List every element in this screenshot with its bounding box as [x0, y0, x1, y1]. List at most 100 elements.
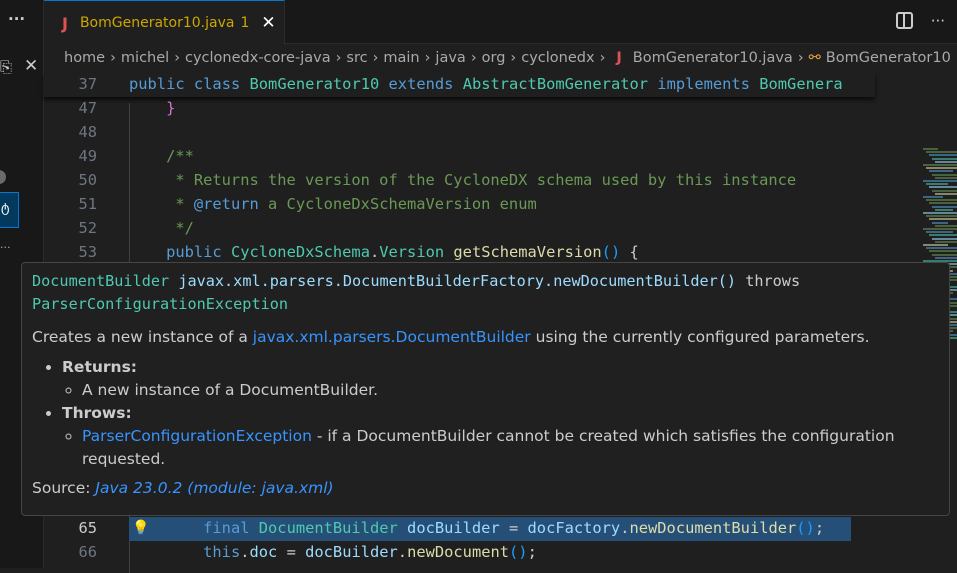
crumb-class[interactable]: BomGenerator10 — [826, 50, 951, 66]
chevron-right-icon: › — [510, 50, 517, 66]
chevron-right-icon: › — [335, 50, 342, 66]
minimap-line — [935, 256, 957, 259]
chevron-right-icon: › — [174, 50, 180, 66]
sticky-scroll-line[interactable]: 37 public class BomGenerator10 extends A… — [44, 73, 875, 97]
minimap-line — [935, 160, 957, 163]
code-line: final DocumentBuilder docBuilder = docFa… — [203, 519, 825, 537]
editor-more-actions-button[interactable]: ··· — [931, 12, 945, 30]
minimap-line — [926, 183, 948, 186]
crumb-org[interactable]: org — [482, 50, 506, 66]
minimap-line — [935, 224, 957, 227]
minimap-line — [923, 148, 938, 150]
class-symbol-icon: ⚯ — [808, 50, 821, 66]
problem-count-badge: 1 — [240, 15, 250, 31]
code-line: * @return a CycloneDxSchemaVersion enum — [129, 195, 537, 213]
minimap-line — [932, 173, 957, 176]
desc-text: Creates a new instance of a — [32, 328, 253, 346]
hover-tooltip: DocumentBuilder javax.xml.parsers.Docume… — [21, 262, 950, 516]
minimap-line — [929, 250, 957, 253]
crumb-java[interactable]: java — [435, 50, 465, 66]
minimap-line — [923, 196, 943, 198]
minimap-line — [929, 234, 957, 237]
chevron-right-icon: › — [372, 50, 379, 66]
chevron-right-icon: › — [797, 50, 804, 66]
status-dot-icon — [0, 170, 6, 184]
returns-text: A new instance of a DocumentBuilder. — [82, 379, 939, 402]
java-file-icon: J — [616, 50, 622, 66]
signature: javax.xml.parsers.DocumentBuilderFactory… — [178, 272, 737, 290]
line-number: 65 — [78, 519, 97, 537]
desc-text: using the currently configured parameter… — [530, 328, 870, 346]
selected-item-icon[interactable]: ტ — [0, 192, 19, 228]
crumb-src[interactable]: src — [346, 50, 367, 66]
split-editor-icon[interactable] — [895, 12, 913, 29]
minimap-line — [926, 231, 953, 234]
crumb-project[interactable]: cyclonedx-core-java — [185, 50, 331, 66]
close-tab-icon[interactable]: ✕ — [261, 13, 275, 33]
documentbuilder-link[interactable]: javax.xml.parsers.DocumentBuilder — [253, 328, 531, 346]
tab-bomgenerator10[interactable]: J BomGenerator10.java 1 ✕ — [44, 0, 285, 45]
throws-keyword: throws — [745, 272, 801, 290]
throws-label: Throws: — [62, 404, 132, 422]
code-line: public class BomGenerator10 extends Abst… — [129, 75, 843, 93]
line-number: 50 — [78, 171, 97, 189]
minimap-line — [932, 205, 957, 208]
minimap-line — [923, 212, 957, 214]
minimap-line — [935, 208, 953, 211]
more-actions-button[interactable]: ··· — [8, 10, 25, 28]
line-number: 48 — [78, 123, 97, 141]
minimap-line — [926, 247, 957, 250]
minimap-line — [923, 164, 957, 166]
code-line: */ — [129, 219, 194, 237]
minimap-line — [932, 157, 957, 160]
exception-link[interactable]: ParserConfigurationException — [82, 427, 312, 445]
crumb-main[interactable]: main — [383, 50, 419, 66]
minimap-line — [929, 202, 957, 205]
line-number: 37 — [78, 75, 97, 93]
minimap-line — [929, 218, 957, 221]
returns-label: Returns: — [62, 358, 137, 376]
minimap-line — [923, 180, 957, 182]
line-number: 53 — [78, 243, 97, 261]
panel-icon[interactable]: ⎘ — [0, 58, 12, 76]
code-line: /** — [129, 147, 194, 165]
overflow-label: ... — [0, 238, 11, 251]
line-number: 51 — [78, 195, 97, 213]
minimap-line — [926, 151, 957, 154]
minimap-line — [926, 215, 957, 218]
minimap-line — [929, 186, 957, 189]
close-icon[interactable]: ✕ — [24, 56, 38, 76]
method-signature: DocumentBuilder javax.xml.parsers.Docume… — [32, 270, 939, 316]
code-line: public CycloneDxSchema.Version getSchema… — [166, 243, 639, 261]
minimap-line — [935, 240, 957, 243]
line-number: 49 — [78, 147, 97, 165]
crumb-home[interactable]: home — [64, 50, 105, 66]
exception-type: ParserConfigurationException — [32, 295, 289, 313]
return-type: DocumentBuilder — [32, 272, 170, 290]
minimap-line — [935, 192, 957, 195]
line-number: 66 — [78, 543, 97, 561]
chevron-right-icon: › — [110, 50, 116, 66]
crumb-cyclonedx[interactable]: cyclonedx — [521, 50, 594, 66]
line-number: 47 — [78, 99, 97, 117]
source-info: Source: Java 23.0.2 (module: java.xml) — [32, 479, 939, 497]
minimap-line — [923, 228, 957, 230]
line-number: 52 — [78, 219, 97, 237]
code-line: * Returns the version of the CycloneDX s… — [129, 171, 797, 189]
minimap-line — [929, 154, 957, 157]
minimap-line — [929, 170, 953, 173]
minimap-line — [932, 189, 957, 192]
minimap-line — [932, 253, 957, 256]
description: Creates a new instance of a javax.xml.pa… — [32, 328, 939, 346]
source-link[interactable]: Java 23.0.2 (module: java.xml) — [95, 479, 333, 497]
crumb-file[interactable]: BomGenerator10.java — [633, 50, 793, 66]
chevron-right-icon: › — [424, 50, 431, 66]
minimap-line — [926, 167, 957, 170]
chevron-right-icon: › — [470, 50, 477, 66]
crumb-michel[interactable]: michel — [121, 50, 169, 66]
tab-label: BomGenerator10.java — [79, 15, 235, 31]
java-file-icon: J — [62, 13, 68, 33]
minimap-line — [926, 199, 957, 202]
minimap-line — [932, 237, 957, 240]
code-line: } — [166, 99, 176, 117]
